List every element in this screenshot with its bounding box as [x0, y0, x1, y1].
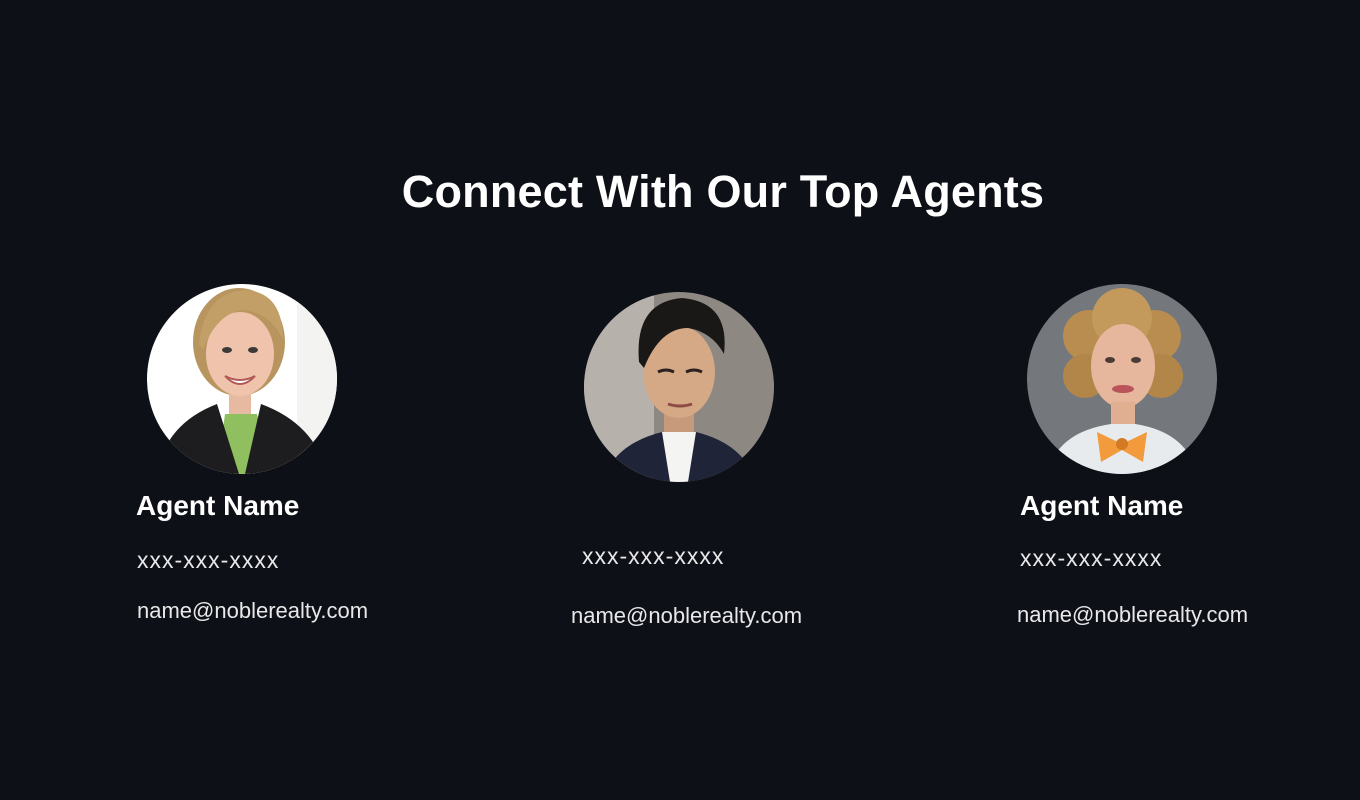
- agent-photo: [584, 292, 774, 482]
- agent-portrait-image: [1027, 284, 1217, 474]
- agent-photo: [1027, 284, 1217, 474]
- agent-phone[interactable]: xxx-xxx-xxxx: [582, 543, 724, 570]
- agent-email-link[interactable]: name@noblerealty.com: [571, 603, 802, 629]
- agent-portrait-image: [584, 292, 774, 482]
- agent-name: Agent Name: [1020, 490, 1184, 521]
- agent-email-link[interactable]: name@noblerealty.com: [1017, 602, 1248, 628]
- agent-card-3: Agent Name xxx-xxx-xxxx name@noblerealty…: [0, 0, 1248, 800]
- agent-phone[interactable]: xxx-xxx-xxxx: [1020, 545, 1162, 572]
